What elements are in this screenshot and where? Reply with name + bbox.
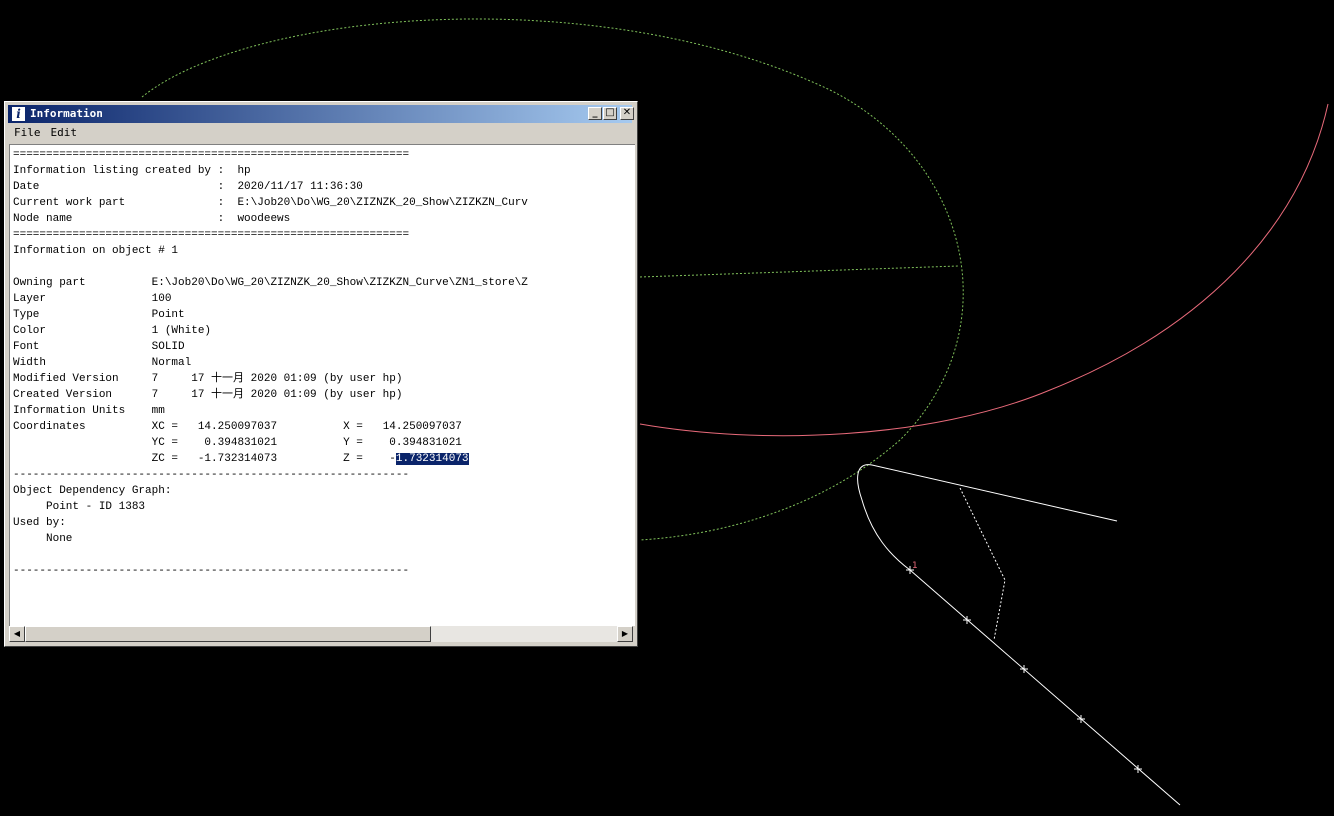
separator: ========================================… xyxy=(13,149,410,161)
date-value: 2020/11/17 11:36:30 xyxy=(237,181,363,193)
prop-label: Information Units xyxy=(13,405,152,417)
y-label: Y = xyxy=(343,437,377,449)
prop-label: Created Version xyxy=(13,389,152,401)
menu-file[interactable]: File xyxy=(8,124,45,139)
window-title: Information xyxy=(30,107,103,120)
y-value: 0.394831021 xyxy=(376,437,462,449)
minimize-button[interactable]: _ xyxy=(588,107,602,120)
yc-value: 0.394831021 xyxy=(191,437,278,449)
prop-label: Color xyxy=(13,325,152,337)
prop-label: Layer xyxy=(13,293,152,305)
prop-value: Normal xyxy=(151,357,192,369)
x-value: 14.250097037 xyxy=(376,421,462,433)
blank xyxy=(13,437,152,449)
close-button[interactable]: ✕ xyxy=(620,107,634,120)
prop-label: Modified Version xyxy=(13,373,152,385)
dotted-chord xyxy=(639,265,959,278)
header-sep: : xyxy=(211,213,238,225)
zc-value: -1.732314073 xyxy=(191,453,278,465)
x-label: X = xyxy=(343,421,377,433)
header-label: Information listing created by xyxy=(13,165,212,177)
node-name-value: woodeews xyxy=(237,213,291,225)
prop-value: 7 17 十一月 2020 01:09 (by user hp) xyxy=(151,373,403,385)
listing-area[interactable]: ========================================… xyxy=(9,144,635,626)
information-window[interactable]: i Information _ □ ✕ File Edit ===========… xyxy=(4,101,638,647)
separator: ----------------------------------------… xyxy=(13,565,410,577)
prop-label: Type xyxy=(13,309,152,321)
header-label: Date xyxy=(13,181,212,193)
used-by-item: None xyxy=(13,533,73,545)
xc-label: XC = xyxy=(151,421,192,433)
used-by-title: Used by: xyxy=(13,517,66,529)
dependency-title: Object Dependency Graph: xyxy=(13,485,172,497)
prop-label: Owning part xyxy=(13,277,152,289)
yc-label: YC = xyxy=(151,437,192,449)
prop-label: Width xyxy=(13,357,152,369)
header-sep: : xyxy=(211,165,238,177)
zc-label: ZC = xyxy=(151,453,192,465)
object-title: Information on object # 1 xyxy=(13,245,179,257)
info-listing[interactable]: ========================================… xyxy=(13,147,528,579)
separator: ----------------------------------------… xyxy=(13,469,410,481)
header-label: Node name xyxy=(13,213,212,225)
prop-value: 100 xyxy=(151,293,172,305)
prop-value: E:\Job20\Do\WG_20\ZIZNZK_20_Show\ZIZKZN_… xyxy=(151,277,528,289)
scroll-thumb[interactable] xyxy=(25,626,431,642)
work-part-value: E:\Job20\Do\WG_20\ZIZNZK_20_Show\ZIZKZN_… xyxy=(237,197,528,209)
title-bar[interactable]: i Information _ □ ✕ xyxy=(8,105,634,123)
prop-value: 1 (White) xyxy=(151,325,212,337)
header-label: Current work part xyxy=(13,197,212,209)
prop-value: 7 17 十一月 2020 01:09 (by user hp) xyxy=(151,389,403,401)
z-label: Z = xyxy=(343,453,377,465)
horizontal-scrollbar[interactable]: ◀ ▶ xyxy=(9,626,633,642)
scroll-right-icon[interactable]: ▶ xyxy=(617,626,633,642)
info-icon: i xyxy=(12,107,25,121)
menu-bar: File Edit xyxy=(8,124,632,142)
dependency-item: Point - ID 1383 xyxy=(13,501,146,513)
created-by-value: hp xyxy=(237,165,251,177)
prop-label: Font xyxy=(13,341,152,353)
prop-value: SOLID xyxy=(151,341,185,353)
separator: ========================================… xyxy=(13,229,410,241)
maximize-button[interactable]: □ xyxy=(603,107,617,120)
red-arc xyxy=(639,103,1329,437)
coordinates-label: Coordinates xyxy=(13,421,152,433)
scroll-left-icon[interactable]: ◀ xyxy=(9,626,25,642)
z-value-sign: - xyxy=(389,453,396,465)
header-sep: : xyxy=(211,197,238,209)
blank xyxy=(13,453,152,465)
point-label: 1 xyxy=(912,561,918,571)
xc-value: 14.250097037 xyxy=(191,421,278,433)
white-curve xyxy=(857,464,1181,806)
prop-value: Point xyxy=(151,309,185,321)
z-value-selected[interactable]: 1.732314073 xyxy=(395,453,469,465)
header-sep: : xyxy=(211,181,238,193)
menu-edit[interactable]: Edit xyxy=(45,124,82,139)
prop-value: mm xyxy=(151,405,165,417)
